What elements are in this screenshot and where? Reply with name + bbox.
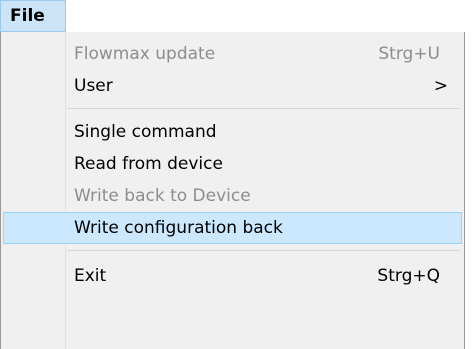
menu-item-label: Single command [74,122,217,142]
menu-item-write-configuration-back[interactable]: Write configuration back [3,212,462,244]
menu-item-label: Exit [74,266,107,286]
menu-item-shortcut: Strg+U [378,44,440,64]
menu-item-flowmax-update[interactable]: Flowmax update Strg+U [3,38,462,70]
menu-item-exit[interactable]: Exit Strg+Q [3,260,462,292]
menu-item-user[interactable]: User > [3,70,462,102]
menu-item-shortcut: Strg+Q [377,266,440,286]
menu-item-label: Write configuration back [74,218,283,238]
menu-item-write-back-to-device[interactable]: Write back to Device [3,180,462,212]
menu-item-label: Flowmax update [74,44,216,64]
submenu-arrow-icon: > [433,76,448,96]
menu-item-label: Write back to Device [74,186,251,206]
menu-item-read-from-device[interactable]: Read from device [3,148,462,180]
menu-item-label: Read from device [74,154,223,174]
menu-item-label: User [74,76,113,96]
menu-bar: File [0,0,474,32]
file-menu[interactable]: File [0,0,66,32]
menu-separator [67,250,460,251]
menu-item-single-command[interactable]: Single command [3,116,462,148]
menu-separator [67,108,460,109]
file-dropdown-menu: Flowmax update Strg+U User > Single comm… [0,32,465,349]
